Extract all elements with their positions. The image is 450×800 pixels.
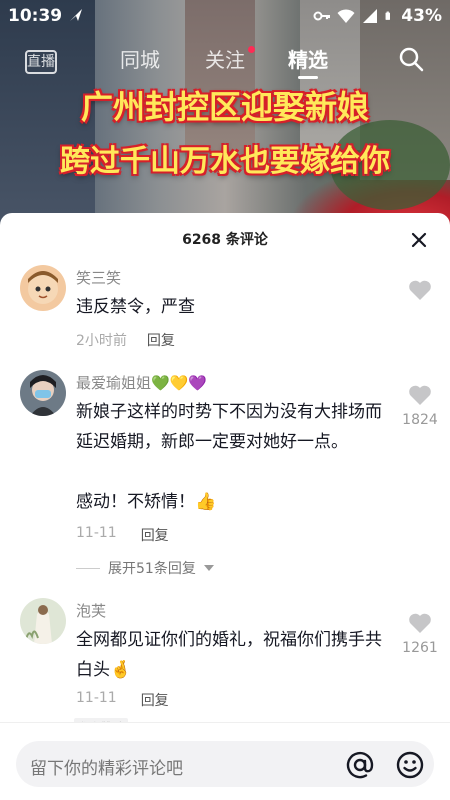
tab-city[interactable]: 同城 [120, 44, 160, 73]
like-button[interactable]: 1261 [400, 612, 440, 656]
video-title-line1: 广州封控区迎娶新娘 [80, 88, 369, 126]
heart-icon [409, 385, 431, 405]
top-tabs: 直播 同城 关注 精选 [0, 40, 450, 80]
like-count: 1824 [402, 412, 438, 428]
chevron-down-icon [203, 565, 214, 571]
avatar[interactable] [20, 370, 66, 416]
reply-button[interactable]: 回复 [141, 690, 169, 710]
comment-input[interactable]: 留下你的精彩评论吧 [16, 741, 434, 787]
wifi-icon [337, 9, 355, 23]
notification-dot [248, 46, 255, 53]
mention-icon[interactable] [344, 749, 376, 781]
comment-time: 11-11 [76, 690, 117, 706]
divider-line [76, 567, 100, 569]
like-count: 1261 [402, 640, 438, 656]
signal-icon [363, 9, 378, 23]
like-button[interactable] [400, 279, 440, 307]
comment-text: 新娘子这样的时势下不因为没有大排场而延迟婚期，新郎一定要对她好一点。 [76, 402, 382, 452]
location-arrow-icon [70, 9, 82, 21]
close-icon[interactable] [410, 231, 428, 249]
tab-city-label: 同城 [120, 48, 160, 72]
heart-icon [409, 613, 431, 633]
tab-follow-label: 关注 [205, 48, 245, 72]
expand-replies-button[interactable]: 展开51条回复 [76, 558, 214, 578]
emoji-icon[interactable] [394, 749, 426, 781]
comment-time: 11-11 [76, 525, 117, 541]
comment-meta: 11-11 回复 [76, 525, 169, 545]
avatar[interactable] [20, 265, 66, 311]
comment-meta: 2小时前 回复 [76, 330, 175, 350]
search-icon[interactable] [398, 46, 424, 72]
comment-input-placeholder: 留下你的精彩评论吧 [30, 759, 183, 779]
comment-meta: 11-11 回复 [76, 690, 169, 710]
battery-icon [385, 11, 391, 20]
avatar[interactable] [20, 598, 66, 644]
comment-username[interactable]: 泡芙 [76, 600, 106, 621]
video-title-line2: 跨过千山万水也要嫁给你 [60, 144, 390, 179]
comments-sheet: 6268 条评论 笑三笑 违反禁令，严查 2小时前 回复 最爱瑜姐姐💚💛💜 新娘… [0, 213, 450, 800]
tab-follow[interactable]: 关注 [205, 44, 255, 73]
status-bar: 10:39 43% [0, 0, 450, 32]
heart-icon [409, 280, 431, 300]
comment-username[interactable]: 最爱瑜姐姐💚💛💜 [76, 372, 207, 393]
sheet-header: 6268 条评论 [0, 213, 450, 265]
comment-text-continued: 感动！不矫情！👍 [76, 492, 217, 512]
reply-button[interactable]: 回复 [147, 330, 175, 350]
expand-replies-label: 展开51条回复 [108, 561, 196, 577]
tab-featured-label: 精选 [288, 48, 328, 72]
tab-featured[interactable]: 精选 [288, 44, 328, 79]
like-button[interactable]: 1824 [400, 384, 440, 428]
key-icon [313, 11, 331, 21]
comment-input-bar: 留下你的精彩评论吧 [0, 722, 450, 800]
comment-username[interactable]: 笑三笑 [76, 267, 121, 288]
comment-time: 2小时前 [76, 333, 127, 349]
comment-text: 全网都见证你们的婚礼，祝福你们携手共白头🤞 [76, 630, 382, 680]
reply-button[interactable]: 回复 [141, 525, 169, 545]
tab-live[interactable]: 直播 [25, 50, 57, 74]
comment-count: 6268 条评论 [182, 232, 268, 248]
battery-percent: 43% [401, 6, 442, 26]
comment-text: 违反禁令，严查 [76, 297, 195, 317]
status-time: 10:39 [8, 6, 63, 26]
